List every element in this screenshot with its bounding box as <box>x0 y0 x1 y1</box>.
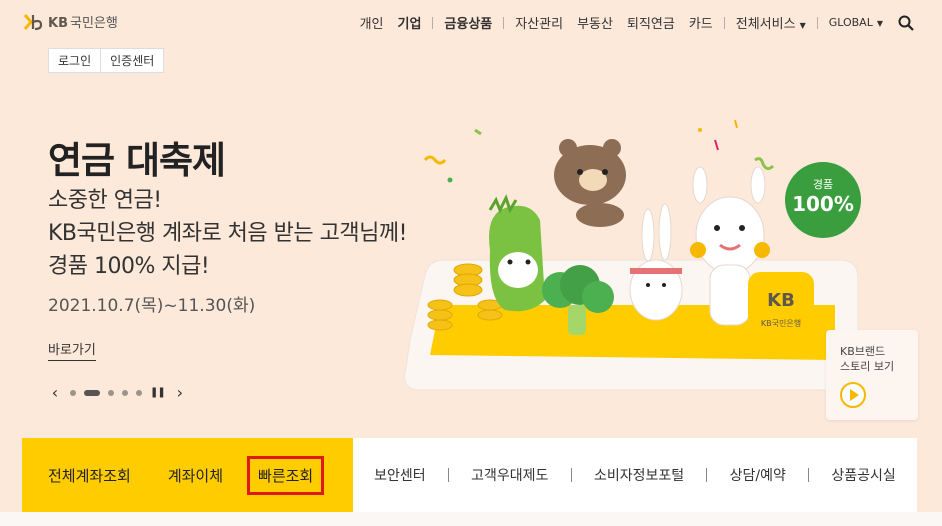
transfer-button[interactable]: 계좌이체 <box>168 465 223 486</box>
brand-story-line2: 스토리 보기 <box>840 360 895 373</box>
quick-inquiry-button[interactable]: 빠른조회 <box>247 455 325 495</box>
nav-divider <box>432 16 434 29</box>
play-icon[interactable] <box>840 382 866 408</box>
quick-divider <box>447 468 449 482</box>
hero-illustration: KB KB국민은행 <box>404 119 859 391</box>
quick-divider <box>808 468 810 482</box>
login-box: 로그인 인증센터 <box>48 48 165 73</box>
customer-benefits-link[interactable]: 고객우대제도 <box>471 465 548 485</box>
nav-real-estate[interactable]: 부동산 <box>570 13 620 32</box>
carousel-dot[interactable] <box>70 389 76 396</box>
nav-global-label: GLOBAL <box>828 16 873 29</box>
kb-logo[interactable]: KB 국민은행 <box>22 12 118 31</box>
nav-divider <box>503 16 505 29</box>
nav-personal[interactable]: 개인 <box>353 13 391 32</box>
quick-menu-primary: 전체계좌조회 계좌이체 빠른조회 <box>22 438 353 512</box>
carousel-dot-active[interactable] <box>84 389 100 396</box>
carousel-dot[interactable] <box>108 389 114 396</box>
hero-sub-line: KB국민은행 계좌로 처음 받는 고객님께! <box>48 221 407 246</box>
header: KB 국민은행 개인 기업 금융상품 자산관리 부동산 퇴직연금 카드 전체서비스… <box>0 0 942 44</box>
nav-financial-products[interactable]: 금융상품 <box>437 13 499 32</box>
consumer-portal-link[interactable]: 소비자정보포털 <box>594 465 684 485</box>
carousel-dot[interactable] <box>136 389 142 396</box>
nav-card[interactable]: 카드 <box>682 13 720 32</box>
caret-down-icon: ▼ <box>799 21 806 30</box>
bottom-strip <box>0 512 942 526</box>
carousel-dot[interactable] <box>122 389 128 396</box>
nav-divider <box>816 16 818 29</box>
nav-all-services[interactable]: 전체서비스 ▼ <box>729 13 813 32</box>
quick-divider <box>570 468 572 482</box>
nav-global[interactable]: GLOBAL ▼ <box>822 16 890 29</box>
hero-title: 연금 대축제 <box>48 139 226 182</box>
security-center-link[interactable]: 보안센터 <box>374 465 426 485</box>
product-disclosure-link[interactable]: 상품공시실 <box>831 465 895 485</box>
nav-pension[interactable]: 퇴직연금 <box>620 13 682 32</box>
consult-reserve-link[interactable]: 상담/예약 <box>730 465 786 485</box>
nav-divider <box>723 16 725 29</box>
nav-asset-management[interactable]: 자산관리 <box>508 13 570 32</box>
phone-app-label: KB국민은행 <box>761 318 801 328</box>
kb-logo-icon <box>23 13 43 30</box>
hero-go-link[interactable]: 바로가기 <box>48 339 96 361</box>
svg-text:KB: KB <box>767 290 795 311</box>
pause-icon[interactable]: ❚❚ <box>150 387 166 398</box>
nav-all-services-label: 전체서비스 <box>735 17 796 32</box>
hero-sub-line: 경품 100% 지급! <box>48 254 210 279</box>
search-icon[interactable] <box>898 15 914 31</box>
badge-line1: 경품 <box>812 178 834 191</box>
carousel-controls: ‹ ❚❚ › <box>48 383 187 402</box>
hero-subtitle: 소중한 연금! KB국민은행 계좌로 처음 받는 고객님께! 경품 100% 지… <box>48 184 407 283</box>
badge-line2: 100% <box>792 192 854 216</box>
cert-center-button[interactable]: 인증센터 <box>101 49 163 72</box>
prize-badge: 경품 100% <box>785 162 861 238</box>
brand-story-line1: KB브랜드 <box>840 345 886 358</box>
hero-sub-line: 소중한 연금! <box>48 188 162 213</box>
nav-business[interactable]: 기업 <box>390 13 428 32</box>
quick-menu-bar: 전체계좌조회 계좌이체 빠른조회 보안센터 고객우대제도 소비자정보포털 상담/… <box>22 438 917 512</box>
caret-down-icon: ▼ <box>876 19 883 28</box>
chevron-right-icon[interactable]: › <box>173 383 187 402</box>
logo-text: KB 국민은행 <box>48 16 118 31</box>
all-accounts-button[interactable]: 전체계좌조회 <box>48 465 131 486</box>
brand-story-text: KB브랜드 스토리 보기 <box>840 344 894 374</box>
login-button[interactable]: 로그인 <box>49 49 100 72</box>
hero-date: 2021.10.7(목)~11.30(화) <box>48 296 256 316</box>
chevron-left-icon[interactable]: ‹ <box>48 383 62 402</box>
quick-menu-secondary: 보안센터 고객우대제도 소비자정보포털 상담/예약 상품공시실 <box>353 438 917 512</box>
quick-divider <box>706 468 708 482</box>
global-nav: 개인 기업 금융상품 자산관리 부동산 퇴직연금 카드 전체서비스 ▼ GLOBA… <box>353 13 914 32</box>
brand-story-card[interactable]: KB브랜드 스토리 보기 <box>826 330 918 420</box>
